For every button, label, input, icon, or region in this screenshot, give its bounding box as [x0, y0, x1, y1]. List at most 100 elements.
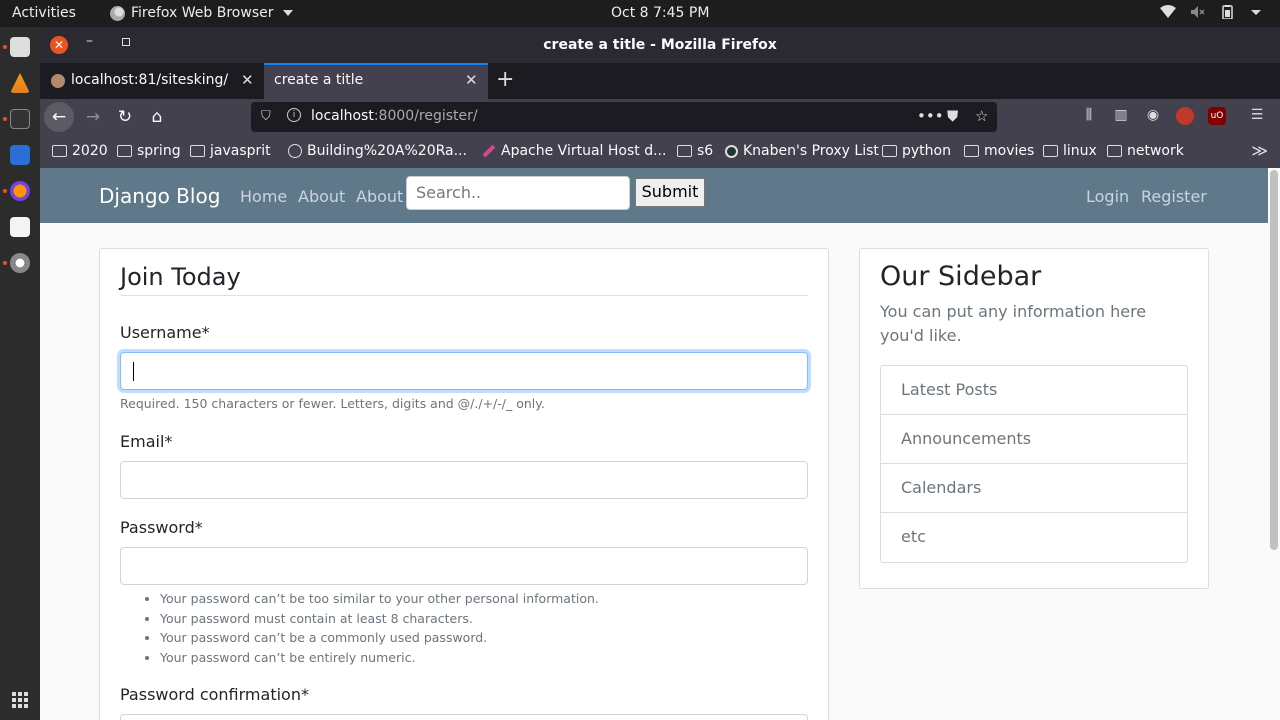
reload-button[interactable]: ↻ — [110, 102, 140, 132]
sidebar-card: Our Sidebar You can put any information … — [859, 248, 1209, 589]
bookmark-network[interactable]: network — [1107, 143, 1184, 159]
bookmark-label: javasprit — [210, 143, 271, 159]
folder-icon — [882, 145, 897, 157]
bookmark-s6[interactable]: s6 — [677, 143, 713, 159]
password-hints-list: Your password can’t be too similar to yo… — [160, 591, 599, 669]
toolbar-icons: ⫼ ▥ ◉ uO ☰ — [1080, 107, 1266, 125]
tab-label: create a title — [274, 72, 364, 88]
new-tab-button[interactable]: + — [496, 67, 514, 92]
app-menu[interactable]: Firefox Web Browser — [110, 5, 293, 21]
bookmark-spring[interactable]: spring — [117, 143, 181, 159]
text-cursor — [133, 362, 134, 381]
folder-icon — [52, 145, 67, 157]
wifi-icon — [1160, 5, 1176, 19]
close-tab-icon[interactable]: ✕ — [465, 71, 478, 89]
globe-icon — [288, 144, 302, 158]
search-input[interactable]: Search.. — [406, 176, 630, 210]
password-field[interactable] — [120, 547, 808, 585]
forward-button[interactable]: → — [78, 102, 108, 132]
tab-create-a-title[interactable]: create a title ✕ — [264, 63, 488, 99]
document-viewer-icon[interactable] — [10, 217, 30, 237]
disc-icon[interactable] — [10, 253, 30, 273]
site-navbar: Django Blog Home About About Search.. Su… — [40, 168, 1268, 223]
running-indicator — [3, 45, 7, 49]
nav-register-link[interactable]: Register — [1141, 187, 1207, 206]
bookmark-apache[interactable]: Apache Virtual Host d... — [482, 143, 666, 159]
bookmark-knaben[interactable]: Knaben's Proxy List — [725, 143, 879, 159]
proxy-icon — [725, 144, 738, 158]
page-actions-icon[interactable]: ••• — [917, 107, 944, 125]
username-field[interactable] — [120, 352, 808, 390]
tab-sitesking[interactable]: localhost:81/sitesking/ ✕ — [40, 63, 264, 99]
sidebar-item-calendars[interactable]: Calendars — [881, 464, 1187, 513]
bookmark-star-icon[interactable]: ☆ — [975, 107, 988, 125]
sidebar-item-announcements[interactable]: Announcements — [881, 415, 1187, 464]
navigation-toolbar: ← → ↻ ⌂ ⛉ i localhost:8000/register/ •••… — [40, 99, 1280, 135]
bookmark-python[interactable]: python — [882, 143, 951, 159]
monitor-extension-icon[interactable] — [1176, 107, 1194, 125]
sidebar-title: Our Sidebar — [880, 261, 1042, 292]
folder-icon — [117, 145, 132, 157]
activities-button[interactable]: Activities — [12, 5, 76, 21]
power-menu-caret-icon — [1250, 5, 1266, 19]
site-info-icon[interactable]: i — [287, 108, 301, 122]
bookmark-2020[interactable]: 2020 — [52, 143, 108, 159]
tab-bar: localhost:81/sitesking/ ✕ create a title… — [40, 63, 1280, 99]
bookmark-javasprit[interactable]: javasprit — [190, 143, 271, 159]
system-tray[interactable] — [1160, 5, 1266, 20]
system-top-bar: Activities Firefox Web Browser Oct 8 7:4… — [0, 0, 1280, 27]
firefox-dock-icon[interactable] — [10, 181, 30, 201]
app-menu-label: Firefox Web Browser — [131, 5, 274, 21]
sidebar-toggle-icon[interactable]: ▥ — [1112, 107, 1130, 125]
bookmark-label: s6 — [697, 143, 714, 159]
account-icon[interactable]: ◉ — [1144, 107, 1162, 125]
password-label: Password* — [120, 518, 203, 537]
search-submit-button[interactable]: Submit — [635, 178, 705, 207]
password-hint: Your password must contain at least 8 ch… — [160, 611, 599, 631]
sidebar-item-latest-posts[interactable]: Latest Posts — [881, 366, 1187, 415]
firefox-icon — [110, 5, 125, 21]
terminal-icon[interactable] — [10, 109, 30, 129]
bookmark-label: movies — [984, 143, 1035, 159]
show-applications-icon[interactable] — [12, 692, 28, 708]
running-indicator — [3, 117, 7, 121]
url-path: :8000/register/ — [373, 108, 478, 124]
files-icon[interactable] — [10, 37, 30, 57]
sidebar-item-etc[interactable]: etc — [881, 513, 1187, 562]
hamburger-menu-icon[interactable]: ☰ — [1248, 107, 1266, 125]
nav-login-link[interactable]: Login — [1086, 187, 1129, 206]
tracking-protection-icon[interactable]: ⛉ — [261, 109, 271, 124]
home-button[interactable]: ⌂ — [142, 102, 172, 132]
nav-about-link[interactable]: About — [298, 187, 345, 206]
nav-home-link[interactable]: Home — [240, 187, 287, 206]
clock[interactable]: Oct 8 7:45 PM — [611, 5, 709, 21]
vlc-icon[interactable] — [10, 73, 30, 93]
library-icon[interactable]: ⫼ — [1080, 107, 1098, 125]
window-title-bar[interactable]: ✕ – create a title - Mozilla Firefox — [40, 27, 1280, 63]
text-editor-icon[interactable] — [10, 145, 30, 165]
password-confirm-field[interactable] — [120, 714, 808, 720]
folder-icon — [964, 145, 979, 157]
ublock-origin-icon[interactable]: uO — [1208, 107, 1226, 125]
email-field[interactable] — [120, 461, 808, 499]
bookmark-movies[interactable]: movies — [964, 143, 1034, 159]
back-button[interactable]: ← — [44, 102, 74, 132]
form-legend: Join Today — [120, 263, 241, 291]
register-form-card: Join Today Username* Required. 150 chara… — [99, 248, 829, 720]
bookmark-building[interactable]: Building%20A%20Ra... — [288, 143, 467, 159]
site-brand[interactable]: Django Blog — [99, 184, 220, 208]
close-tab-icon[interactable]: ✕ — [241, 71, 254, 89]
pocket-icon[interactable]: ⛊ — [947, 107, 958, 125]
url-bar[interactable]: ⛉ i localhost:8000/register/ ••• ⛊ ☆ — [251, 102, 997, 132]
legend-divider — [120, 295, 808, 296]
bookmark-label: spring — [137, 143, 181, 159]
page-scrollbar[interactable] — [1270, 170, 1278, 550]
bookmark-label: Building%20A%20Ra... — [307, 143, 467, 159]
feather-icon — [482, 144, 496, 158]
sidebar-description: You can put any information here you'd l… — [880, 302, 1147, 345]
nav-about-link-2[interactable]: About — [356, 187, 403, 206]
bookmark-linux[interactable]: linux — [1043, 143, 1097, 159]
chevron-more-icon[interactable]: ≫ — [1251, 141, 1268, 160]
folder-icon — [1107, 145, 1122, 157]
url-text[interactable]: localhost:8000/register/ — [311, 108, 478, 124]
